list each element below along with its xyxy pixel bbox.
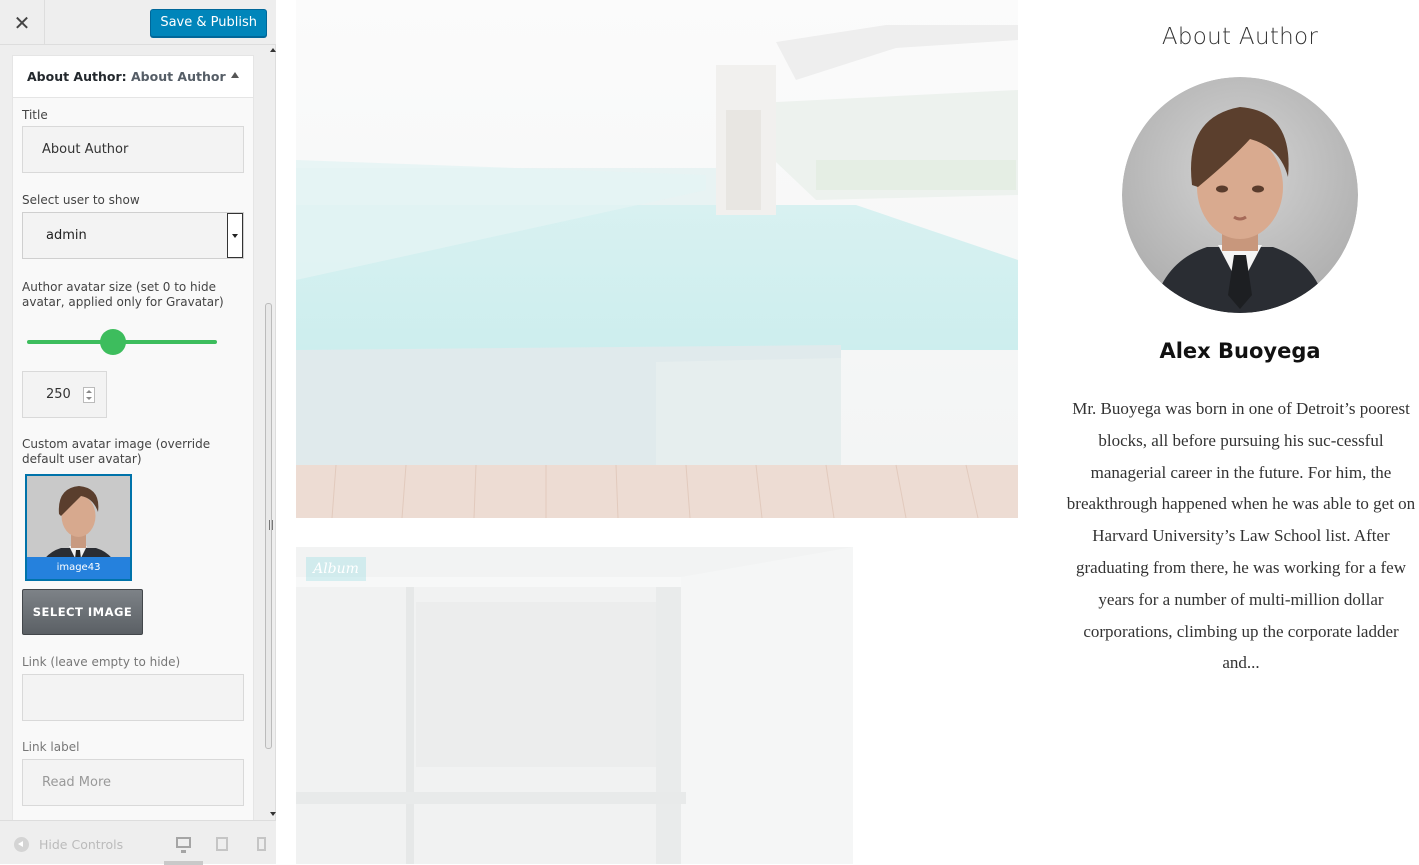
widget-title-name: About Author — [131, 69, 226, 84]
controls-scroll-area[interactable]: About Author: About Author Title About A… — [0, 46, 276, 820]
chevron-down-icon — [232, 233, 238, 238]
collapse-arrow-icon[interactable] — [231, 72, 239, 78]
slider-handle[interactable] — [99, 329, 126, 355]
select-user-value: admin — [46, 228, 87, 243]
spinner-icon[interactable] — [83, 387, 95, 403]
link-label-label: Link label — [22, 740, 80, 754]
scroll-down-icon[interactable] — [270, 812, 276, 816]
resize-grip-icon[interactable] — [269, 520, 273, 530]
desktop-icon[interactable] — [176, 837, 191, 853]
avatar-size-value: 250 — [46, 387, 71, 402]
pool-post-image[interactable] — [296, 0, 1018, 518]
avatar-size-input[interactable]: 250 — [22, 371, 107, 418]
custom-avatar-thumbnail[interactable]: image43 — [25, 474, 132, 581]
select-user-dropdown[interactable]: admin — [22, 212, 244, 259]
about-author-heading: About Author — [1161, 24, 1319, 50]
widget-title-prefix: About Author: — [27, 69, 127, 84]
author-avatar — [1122, 77, 1358, 313]
avatar-size-label: Author avatar size (set 0 to hide avatar… — [22, 280, 224, 309]
tablet-icon[interactable] — [216, 837, 228, 851]
active-device-indicator — [164, 861, 203, 865]
album-tag[interactable]: Album — [306, 557, 366, 581]
link-label-input[interactable]: Read More — [22, 759, 244, 806]
customizer-footer: Hide Controls — [0, 820, 276, 865]
building-post-image[interactable] — [296, 547, 853, 864]
link-input[interactable] — [22, 674, 244, 721]
save-publish-button[interactable]: Save & Publish — [150, 9, 267, 37]
customizer-sidebar: ✕ Save & Publish About Author: About Aut… — [0, 0, 276, 865]
hide-controls-button[interactable]: Hide Controls — [14, 837, 123, 852]
scroll-up-icon[interactable] — [270, 48, 276, 52]
avatar-size-slider[interactable] — [27, 329, 217, 355]
author-name: Alex Buoyega — [1159, 339, 1321, 363]
widget-header[interactable]: About Author: About Author — [13, 56, 253, 98]
close-icon[interactable]: ✕ — [0, 0, 45, 45]
dropdown-toggle[interactable] — [227, 213, 243, 258]
hide-controls-label: Hide Controls — [39, 837, 124, 852]
custom-avatar-label: Custom avatar image (override default us… — [22, 437, 211, 466]
customizer-header: ✕ Save & Publish — [0, 0, 276, 45]
select-user-label: Select user to show — [22, 193, 140, 207]
collapse-icon — [14, 837, 29, 852]
title-input[interactable]: About Author — [22, 126, 244, 173]
title-label: Title — [22, 108, 48, 122]
mobile-icon[interactable] — [257, 837, 266, 851]
link-label: Link (leave empty to hide) — [22, 655, 181, 669]
thumbnail-caption: image43 — [27, 557, 130, 579]
select-image-button[interactable]: SELECT IMAGE — [22, 589, 143, 635]
site-preview[interactable]: Album About Author Alex Buoyega Mr. Buoy… — [277, 0, 1419, 864]
author-bio: Mr. Buoyega was born in one of Detroit’s… — [1066, 399, 1416, 673]
